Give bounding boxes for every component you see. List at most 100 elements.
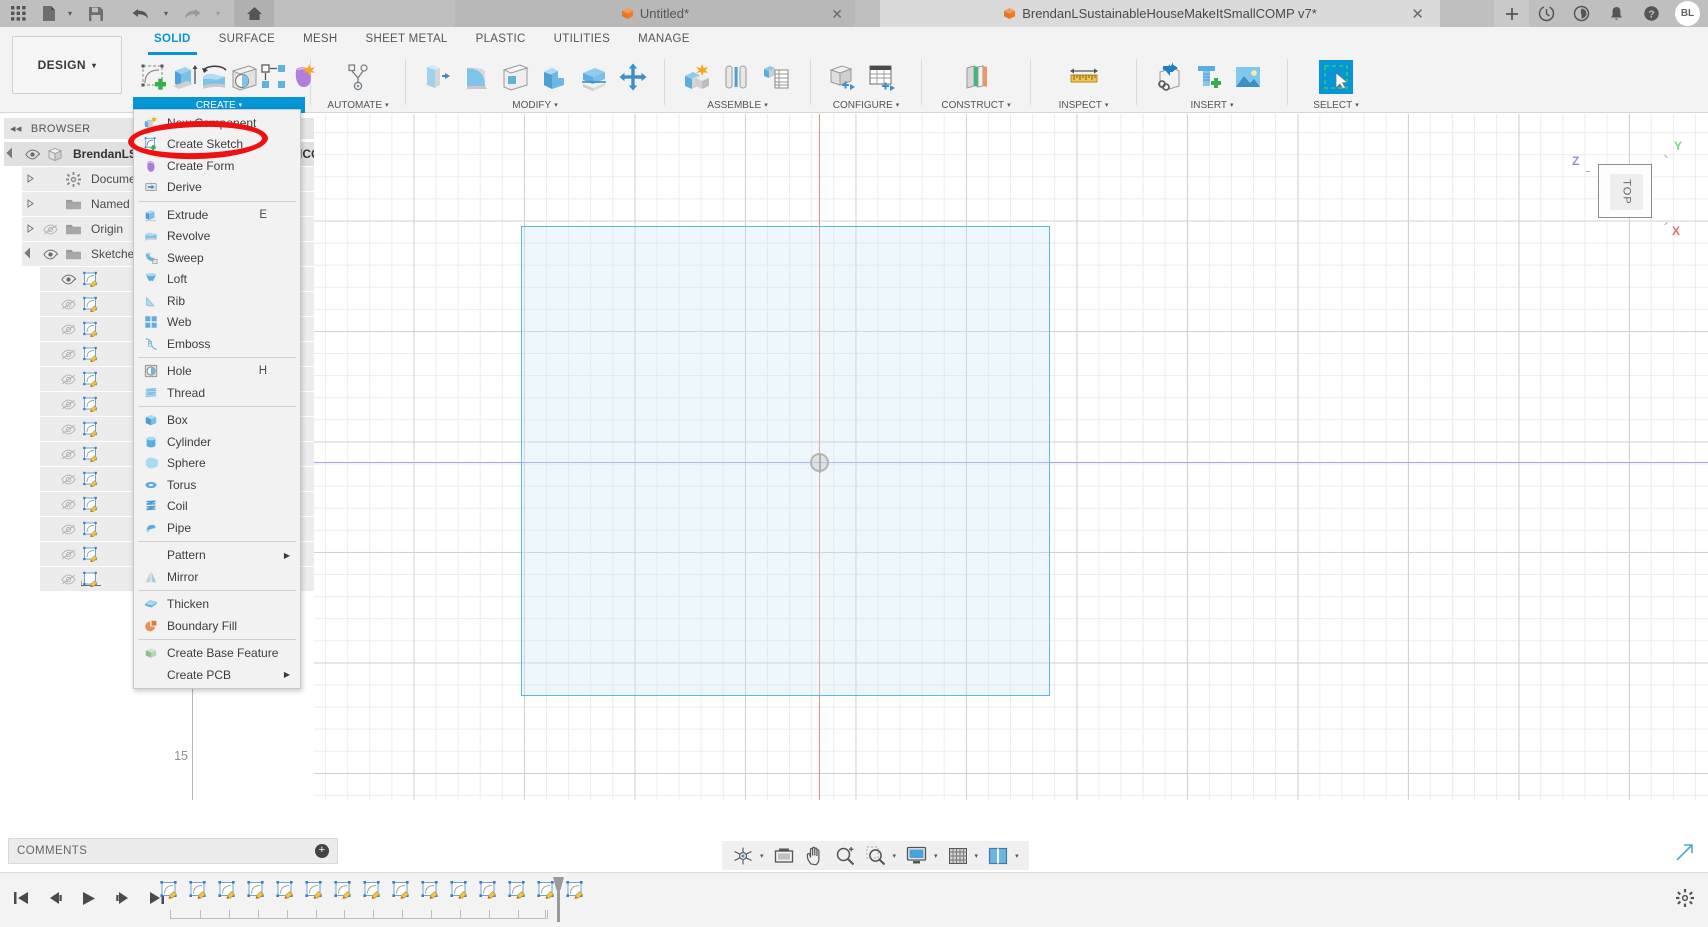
offset-plane-button[interactable]	[956, 58, 996, 96]
menu-item-sphere[interactable]: Sphere	[134, 453, 300, 475]
new-component-button[interactable]	[676, 58, 716, 96]
menu-item-derive[interactable]: Derive	[134, 177, 300, 199]
orbit-icon[interactable]	[728, 843, 758, 869]
close-icon[interactable]: ✕	[1411, 5, 1424, 23]
timeline-feature[interactable]	[274, 880, 297, 903]
collapse-left-icon[interactable]: ◂◂	[10, 122, 22, 135]
create-form-button[interactable]	[289, 58, 319, 96]
workspace-switcher-button[interactable]: DESIGN ▾	[12, 36, 122, 94]
insert-canvas-button[interactable]	[1228, 58, 1268, 96]
menu-item-sweep[interactable]: Sweep	[134, 247, 300, 269]
bom-button[interactable]	[756, 58, 796, 96]
comments-bar[interactable]: COMMENTS +	[8, 838, 338, 864]
view-cube-box[interactable]: TOP	[1598, 164, 1652, 218]
move-copy-button[interactable]	[614, 58, 653, 96]
panel-label-construct[interactable]: CONSTRUCT ▾	[927, 97, 1025, 113]
grid-apps-icon[interactable]	[0, 0, 36, 27]
timeline-feature[interactable]	[564, 880, 587, 903]
visibility-off-icon[interactable]	[38, 224, 62, 235]
visibility-off-icon[interactable]	[56, 374, 80, 385]
undo-icon[interactable]	[122, 0, 158, 27]
expand-arrow-right-icon[interactable]	[22, 223, 38, 235]
chevron-down-icon[interactable]: ▾	[892, 852, 901, 860]
timeline-feature[interactable]	[245, 880, 268, 903]
zoom-window-icon[interactable]	[861, 843, 891, 869]
tab-sheet-metal[interactable]: SHEET METAL	[352, 29, 462, 51]
undo-dropdown-caret-icon[interactable]: ▾	[158, 0, 174, 27]
insert-derive-button[interactable]	[1148, 58, 1188, 96]
document-tab-active[interactable]: BrendanLSustainableHouseMakeItSmallCOMP …	[880, 0, 1440, 27]
shell-button[interactable]	[496, 58, 535, 96]
timeline-feature[interactable]	[303, 880, 326, 903]
expand-arrow-down-icon[interactable]	[22, 247, 38, 259]
view-cube[interactable]: TOP Z Y X	[1566, 134, 1684, 244]
pan-icon[interactable]	[800, 843, 829, 869]
menu-item-boundary-fill[interactable]: Boundary Fill	[134, 615, 300, 637]
document-tab-untitled[interactable]: Untitled* ✕	[455, 0, 855, 27]
chevron-down-icon[interactable]: ▾	[759, 852, 768, 860]
pattern-button[interactable]	[259, 58, 289, 96]
menu-item-web[interactable]: Web	[134, 312, 300, 334]
step-back-icon[interactable]	[42, 885, 68, 911]
file-icon[interactable]	[36, 0, 62, 27]
menu-item-create-pcb[interactable]: Create PCB ▶	[134, 664, 300, 686]
menu-item-rib[interactable]: Rib	[134, 290, 300, 312]
visibility-off-icon[interactable]	[56, 299, 80, 310]
menu-item-coil[interactable]: Coil	[134, 496, 300, 518]
menu-item-cylinder[interactable]: Cylinder	[134, 431, 300, 453]
visibility-off-icon[interactable]	[56, 349, 80, 360]
close-icon[interactable]: ✕	[831, 6, 843, 23]
panel-label-automate[interactable]: AUTOMATE ▾	[316, 97, 400, 113]
menu-item-loft[interactable]: Loft	[134, 269, 300, 291]
menu-item-box[interactable]: Box	[134, 410, 300, 432]
menu-item-extrude[interactable]: Extrude E	[134, 204, 300, 226]
menu-item-new-component[interactable]: New Component	[134, 112, 300, 134]
menu-item-torus[interactable]: Torus	[134, 474, 300, 496]
extrude-button[interactable]	[169, 58, 199, 96]
visibility-off-icon[interactable]	[56, 474, 80, 485]
visibility-off-icon[interactable]	[56, 424, 80, 435]
tab-manage[interactable]: MANAGE	[624, 29, 704, 51]
visibility-off-icon[interactable]	[56, 549, 80, 560]
timeline-feature[interactable]	[361, 880, 384, 903]
visibility-on-icon[interactable]	[56, 274, 80, 285]
panel-label-assemble[interactable]: ASSEMBLE ▾	[670, 97, 805, 113]
look-at-icon[interactable]	[769, 843, 799, 869]
timeline-feature[interactable]	[506, 880, 529, 903]
chevron-down-icon[interactable]: ▾	[974, 852, 983, 860]
origin-point[interactable]	[810, 453, 829, 473]
expand-arrow-down-icon[interactable]	[4, 147, 20, 159]
visibility-off-icon[interactable]	[56, 524, 80, 535]
save-icon[interactable]	[78, 0, 114, 27]
visibility-on-icon[interactable]	[20, 149, 44, 160]
visibility-off-icon[interactable]	[56, 574, 80, 585]
insert-mcmaster-button[interactable]	[1188, 58, 1228, 96]
fillet-button[interactable]	[456, 58, 495, 96]
hole-button[interactable]	[229, 58, 259, 96]
panel-label-select[interactable]: SELECT ▾	[1293, 97, 1379, 113]
display-settings-icon[interactable]	[901, 843, 932, 869]
add-comment-icon[interactable]: +	[315, 844, 329, 858]
file-dropdown-caret-icon[interactable]: ▾	[62, 0, 78, 27]
visibility-off-icon[interactable]	[56, 399, 80, 410]
visibility-off-icon[interactable]	[56, 499, 80, 510]
panel-label-modify[interactable]: MODIFY ▾	[411, 97, 659, 113]
automate-button[interactable]	[338, 58, 378, 96]
menu-item-emboss[interactable]: E Emboss	[134, 333, 300, 355]
revolve-button[interactable]	[199, 58, 229, 96]
timeline-feature[interactable]	[390, 880, 413, 903]
view-cube-face[interactable]: TOP	[1610, 174, 1643, 210]
joint-button[interactable]	[716, 58, 756, 96]
menu-item-thread[interactable]: Thread	[134, 382, 300, 404]
menu-item-create-base-feature[interactable]: Create Base Feature	[134, 643, 300, 665]
tab-utilities[interactable]: UTILITIES	[540, 29, 624, 51]
create-sketch-button[interactable]	[139, 58, 169, 96]
measure-button[interactable]	[1064, 58, 1104, 96]
chevron-down-icon[interactable]: ▾	[1014, 852, 1023, 860]
menu-item-thicken[interactable]: Thicken	[134, 594, 300, 616]
visibility-on-icon[interactable]	[38, 249, 62, 260]
press-pull-button[interactable]	[417, 58, 456, 96]
menu-item-mirror[interactable]: Mirror	[134, 566, 300, 588]
menu-item-revolve[interactable]: Revolve	[134, 226, 300, 248]
menu-item-pattern[interactable]: Pattern ▶	[134, 545, 300, 567]
